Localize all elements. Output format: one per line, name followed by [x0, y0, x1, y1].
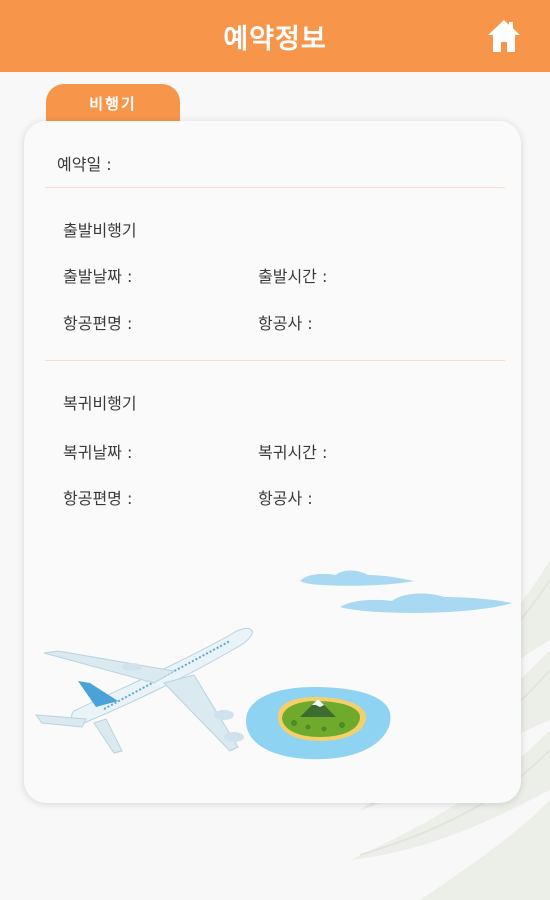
return-time-label: 복귀시간 :: [258, 443, 328, 462]
return-date-label: 복귀날짜 :: [63, 443, 133, 462]
island-icon: [246, 687, 391, 760]
divider: [45, 187, 505, 188]
airplane-icon: [34, 627, 253, 754]
departure-date-label: 출발날짜 :: [63, 267, 133, 286]
home-icon[interactable]: [486, 18, 522, 54]
travel-illustration: [34, 570, 512, 760]
app-header: 예약정보: [0, 0, 550, 72]
departure-flight-label: 항공편명 :: [63, 314, 133, 333]
return-flight-label: 항공편명 :: [63, 489, 133, 508]
cloud-icon: [300, 570, 512, 613]
departure-airline-label: 항공사 :: [258, 314, 313, 333]
departure-section-title: 출발비행기: [63, 221, 137, 240]
departure-time-label: 출발시간 :: [258, 267, 328, 286]
return-section-title: 복귀비행기: [63, 394, 137, 413]
reservation-date-label: 예약일 :: [57, 155, 112, 174]
reservation-card: 예약일 : 출발비행기 출발날짜 : 출발시간 : 항공편명 : 항공사 : 복…: [24, 121, 521, 803]
page-title: 예약정보: [223, 23, 327, 55]
divider: [45, 360, 505, 361]
return-airline-label: 항공사 :: [258, 489, 313, 508]
